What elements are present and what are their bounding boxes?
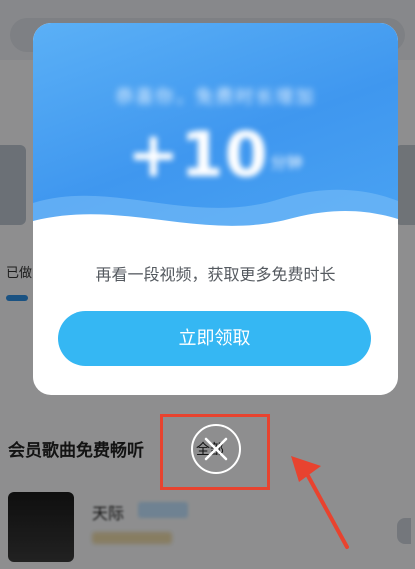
- claim-now-button[interactable]: 立即领取: [58, 311, 371, 366]
- annotation-arrow-icon: [291, 456, 349, 549]
- reward-description: 再看一段视频，获取更多免费时长: [95, 265, 336, 284]
- reward-popup: 恭喜你，免费时长增加 +10 分钟 再看一段视频，获取更多免费时长 立即领取: [33, 23, 398, 395]
- close-popup-button[interactable]: [191, 424, 241, 474]
- reward-amount: +10 分钟: [115, 118, 315, 191]
- reward-value: +10: [127, 118, 269, 191]
- reward-subtitle: 恭喜你，免费时长增加: [115, 87, 316, 108]
- reward-hero: 恭喜你，免费时长增加 +10 分钟: [33, 23, 398, 243]
- reward-unit: 分钟: [270, 153, 303, 172]
- close-icon: [204, 437, 228, 461]
